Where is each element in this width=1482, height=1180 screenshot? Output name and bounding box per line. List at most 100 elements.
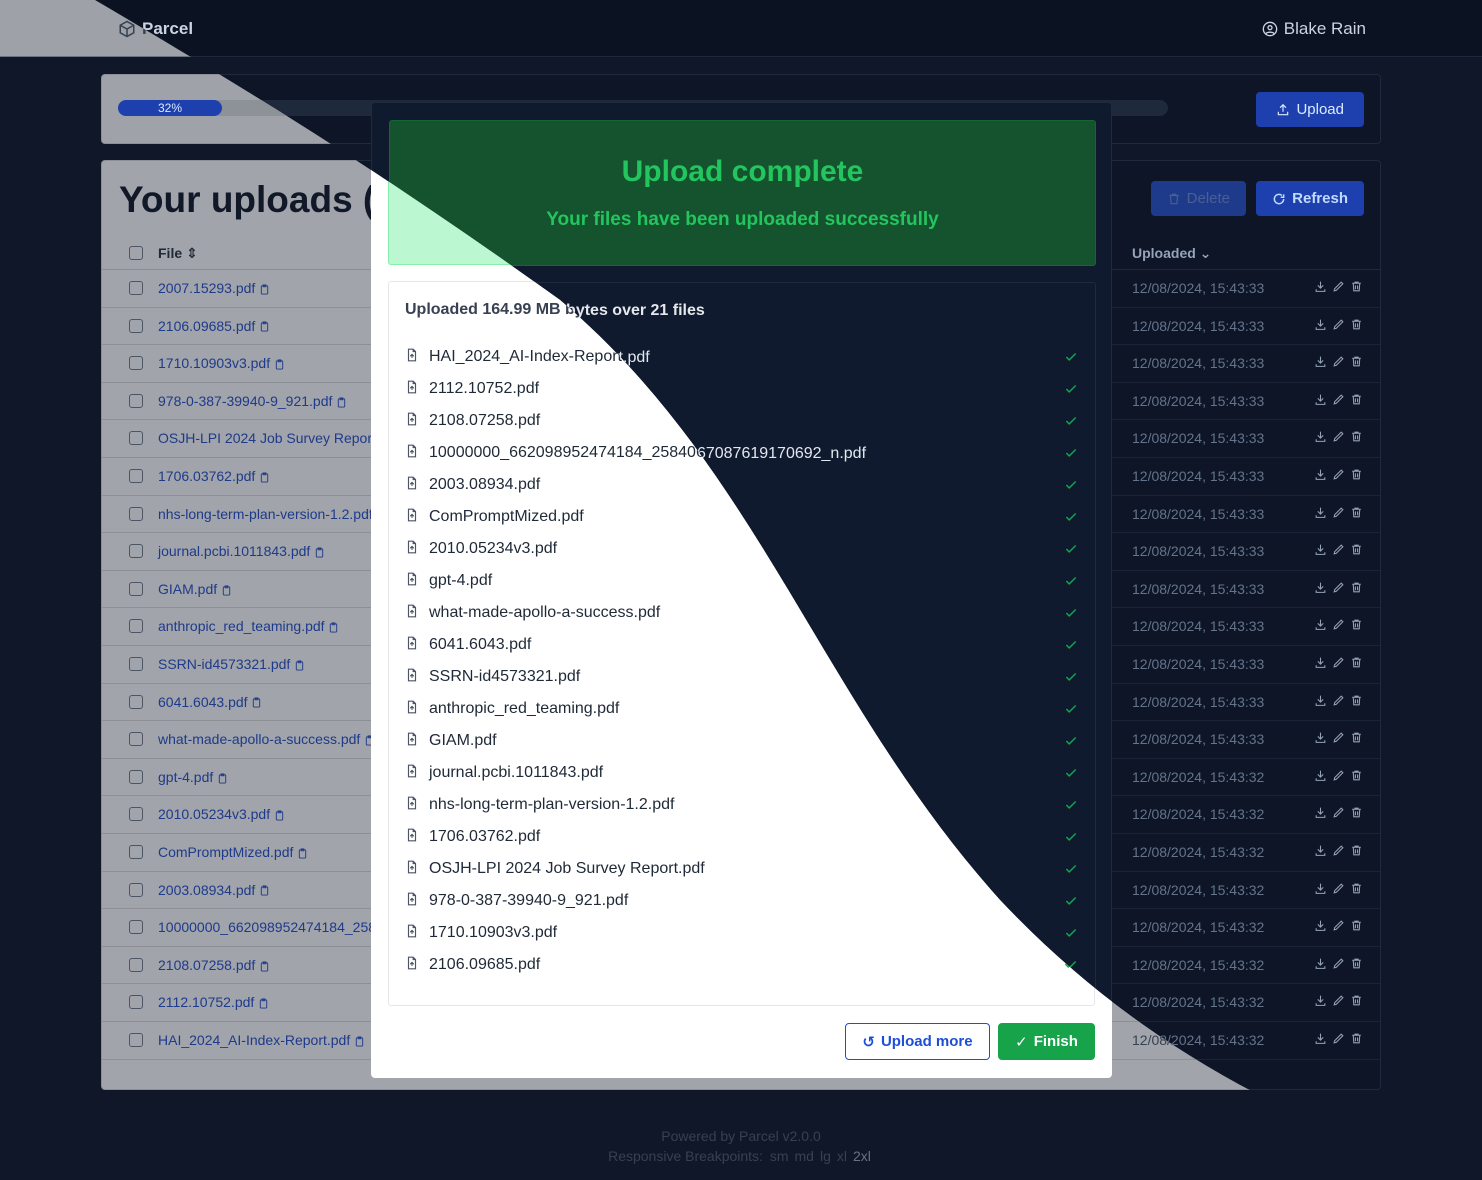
download-icon[interactable] <box>1314 882 1327 895</box>
download-icon[interactable] <box>1314 957 1327 970</box>
user-menu[interactable]: Blake Rain <box>1262 19 1366 39</box>
copy-icon[interactable] <box>259 283 270 296</box>
file-link[interactable]: 1710.10903v3.pdf <box>158 355 285 371</box>
row-checkbox[interactable] <box>129 1033 143 1047</box>
row-checkbox[interactable] <box>129 619 143 633</box>
copy-icon[interactable] <box>336 396 347 409</box>
row-checkbox[interactable] <box>129 469 143 483</box>
file-link[interactable]: 2003.08934.pdf <box>158 882 270 898</box>
file-link[interactable]: 2007.15293.pdf <box>158 280 270 296</box>
copy-icon[interactable] <box>251 696 262 709</box>
row-checkbox[interactable] <box>129 657 143 671</box>
delete-icon[interactable] <box>1350 318 1363 331</box>
row-checkbox[interactable] <box>129 507 143 521</box>
upload-more-button[interactable]: ↺ Upload more <box>845 1023 990 1060</box>
file-link[interactable]: nhs-long-term-plan-version-1.2.pdf <box>158 506 388 522</box>
copy-icon[interactable] <box>259 884 270 897</box>
row-checkbox[interactable] <box>129 319 143 333</box>
download-icon[interactable] <box>1314 694 1327 707</box>
delete-icon[interactable] <box>1350 355 1363 368</box>
file-link[interactable]: anthropic_red_teaming.pdf <box>158 618 339 634</box>
file-link[interactable]: 2106.09685.pdf <box>158 318 270 334</box>
row-checkbox[interactable] <box>129 582 143 596</box>
row-checkbox[interactable] <box>129 394 143 408</box>
edit-icon[interactable] <box>1332 919 1345 932</box>
delete-icon[interactable] <box>1350 1032 1363 1045</box>
edit-icon[interactable] <box>1332 468 1345 481</box>
file-link[interactable]: 2108.07258.pdf <box>158 957 270 973</box>
row-checkbox[interactable] <box>129 431 143 445</box>
refresh-button[interactable]: Refresh <box>1256 181 1364 216</box>
row-checkbox[interactable] <box>129 770 143 784</box>
delete-icon[interactable] <box>1350 882 1363 895</box>
upload-button[interactable]: Upload <box>1256 92 1364 127</box>
file-link[interactable]: HAI_2024_AI-Index-Report.pdf <box>158 1032 365 1048</box>
download-icon[interactable] <box>1314 994 1327 1007</box>
file-link[interactable]: 2010.05234v3.pdf <box>158 806 285 822</box>
file-link[interactable]: what-made-apollo-a-success.pdf <box>158 731 375 747</box>
download-icon[interactable] <box>1314 506 1327 519</box>
delete-icon[interactable] <box>1350 694 1363 707</box>
copy-icon[interactable] <box>259 471 270 484</box>
file-link[interactable]: 978-0-387-39940-9_921.pdf <box>158 393 347 409</box>
delete-icon[interactable] <box>1350 468 1363 481</box>
file-link[interactable]: 6041.6043.pdf <box>158 694 262 710</box>
edit-icon[interactable] <box>1332 731 1345 744</box>
download-icon[interactable] <box>1314 656 1327 669</box>
edit-icon[interactable] <box>1332 581 1345 594</box>
download-icon[interactable] <box>1314 731 1327 744</box>
file-link[interactable]: ComPromptMized.pdf <box>158 844 308 860</box>
edit-icon[interactable] <box>1332 355 1345 368</box>
row-checkbox[interactable] <box>129 807 143 821</box>
download-icon[interactable] <box>1314 919 1327 932</box>
copy-icon[interactable] <box>354 1035 365 1048</box>
edit-icon[interactable] <box>1332 806 1345 819</box>
delete-icon[interactable] <box>1350 430 1363 443</box>
download-icon[interactable] <box>1314 318 1327 331</box>
download-icon[interactable] <box>1314 393 1327 406</box>
delete-icon[interactable] <box>1350 957 1363 970</box>
download-icon[interactable] <box>1314 468 1327 481</box>
edit-icon[interactable] <box>1332 656 1345 669</box>
file-link[interactable]: 2112.10752.pdf <box>158 994 269 1010</box>
delete-icon[interactable] <box>1350 618 1363 631</box>
edit-icon[interactable] <box>1332 618 1345 631</box>
delete-icon[interactable] <box>1350 731 1363 744</box>
file-link[interactable]: 1706.03762.pdf <box>158 468 270 484</box>
delete-icon[interactable] <box>1350 769 1363 782</box>
file-link[interactable]: GIAM.pdf <box>158 581 232 597</box>
row-checkbox[interactable] <box>129 845 143 859</box>
copy-icon[interactable] <box>314 546 325 559</box>
row-checkbox[interactable] <box>129 958 143 972</box>
delete-icon[interactable] <box>1350 543 1363 556</box>
edit-icon[interactable] <box>1332 1032 1345 1045</box>
download-icon[interactable] <box>1314 806 1327 819</box>
row-checkbox[interactable] <box>129 920 143 934</box>
edit-icon[interactable] <box>1332 957 1345 970</box>
uploaded-column-header[interactable]: Uploaded ⌄ <box>1132 245 1211 262</box>
file-link[interactable]: gpt-4.pdf <box>158 769 228 785</box>
copy-icon[interactable] <box>258 997 269 1010</box>
download-icon[interactable] <box>1314 430 1327 443</box>
edit-icon[interactable] <box>1332 882 1345 895</box>
download-icon[interactable] <box>1314 280 1327 293</box>
edit-icon[interactable] <box>1332 318 1345 331</box>
copy-icon[interactable] <box>259 320 270 333</box>
delete-icon[interactable] <box>1350 656 1363 669</box>
download-icon[interactable] <box>1314 769 1327 782</box>
row-checkbox[interactable] <box>129 281 143 295</box>
copy-icon[interactable] <box>297 847 308 860</box>
download-icon[interactable] <box>1314 618 1327 631</box>
finish-button[interactable]: ✓ Finish <box>998 1023 1095 1060</box>
delete-icon[interactable] <box>1350 994 1363 1007</box>
delete-icon[interactable] <box>1350 806 1363 819</box>
copy-icon[interactable] <box>274 358 285 371</box>
delete-icon[interactable] <box>1350 280 1363 293</box>
edit-icon[interactable] <box>1332 506 1345 519</box>
file-column-header[interactable]: File ⇕ <box>158 245 198 262</box>
download-icon[interactable] <box>1314 543 1327 556</box>
edit-icon[interactable] <box>1332 543 1345 556</box>
download-icon[interactable] <box>1314 1032 1327 1045</box>
file-link[interactable]: journal.pcbi.1011843.pdf <box>158 543 325 559</box>
row-checkbox[interactable] <box>129 883 143 897</box>
